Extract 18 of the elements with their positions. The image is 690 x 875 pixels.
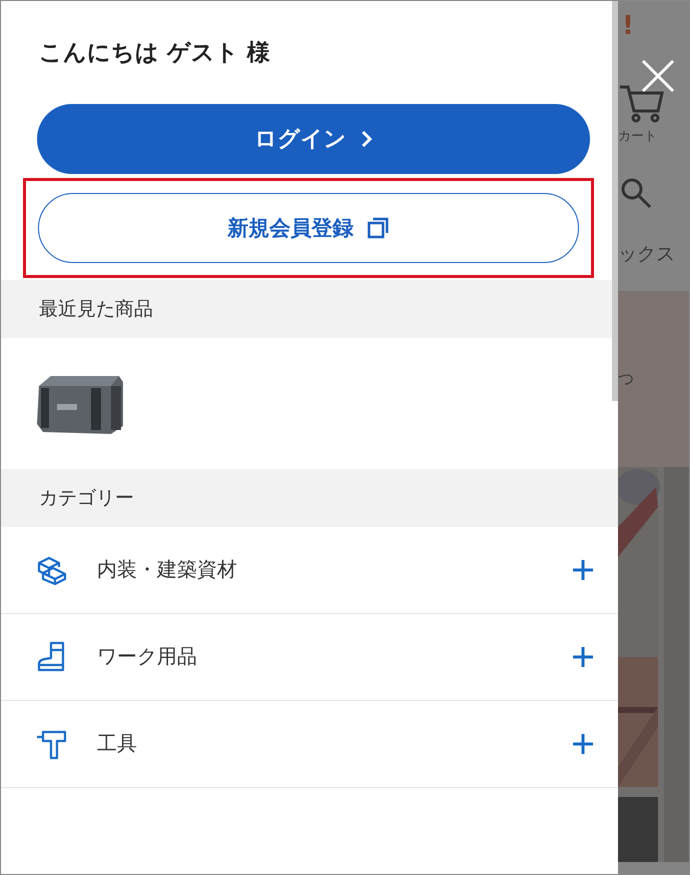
greeting: こんにちは ゲスト 様 [38,38,272,68]
cart-icon[interactable] [618,83,664,123]
new-window-icon [366,216,390,240]
chevron-icon [360,130,372,148]
cart-label: カート [618,128,657,145]
register-button[interactable]: 新規会員登録 [38,192,579,263]
login-button[interactable]: ログイン [37,104,590,174]
section-header: カテゴリー [1,468,618,527]
category-item[interactable]: ワーク用品 [1,614,618,701]
banner-text: つ [618,368,634,390]
plus-icon[interactable] [572,646,594,668]
category-item[interactable]: 工具 [1,700,618,788]
plus-icon[interactable] [572,558,594,581]
close-icon[interactable] [641,59,675,93]
search-label: ックス [618,242,675,267]
plus-icon[interactable] [572,732,594,755]
category-item[interactable]: 内装・建築資材 [1,526,618,614]
alert-mark: ! [622,13,634,39]
